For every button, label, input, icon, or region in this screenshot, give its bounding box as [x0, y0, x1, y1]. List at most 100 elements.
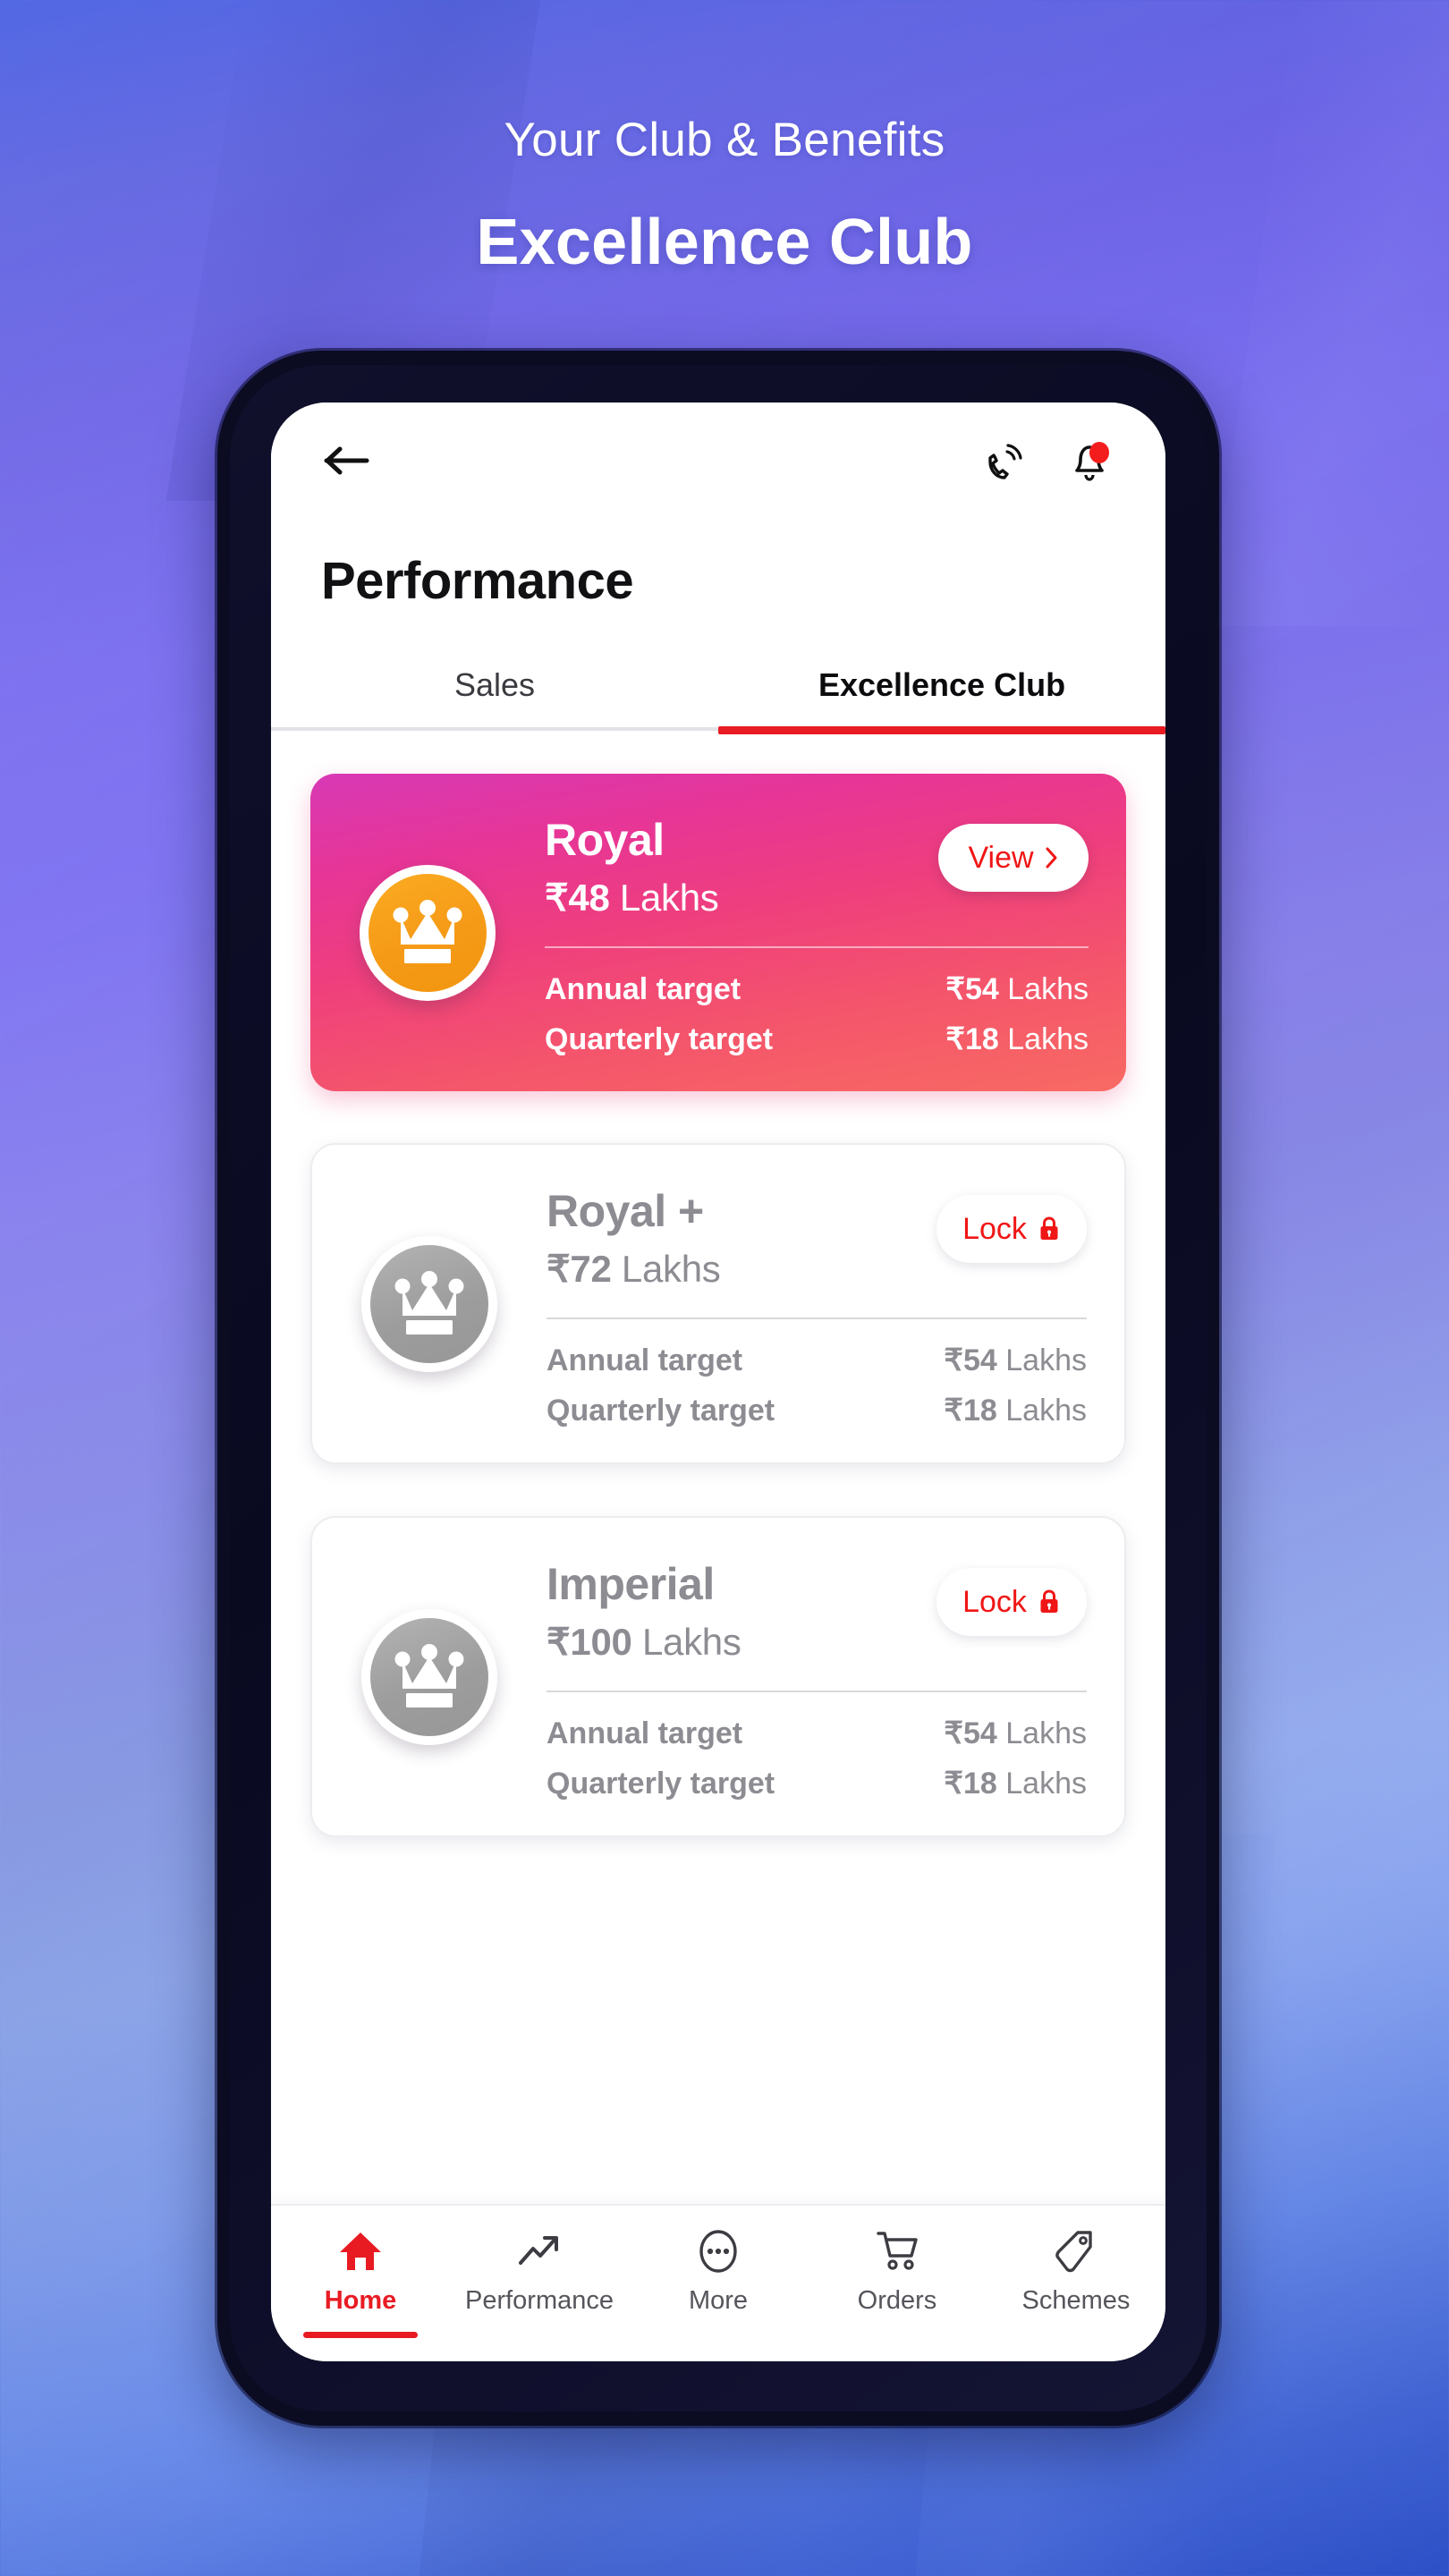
phone-ring-icon[interactable] — [976, 433, 1031, 488]
card-body: Imperial ₹100 Lakhs Lock Annual target ₹… — [547, 1518, 1124, 1835]
quarterly-target-row: Quarterly target ₹18 Lakhs — [547, 1766, 1087, 1801]
annual-target-label: Annual target — [545, 972, 741, 1006]
annual-target-value: ₹54 Lakhs — [944, 1343, 1087, 1378]
nav-label: Orders — [857, 2286, 937, 2315]
tab-underline — [718, 726, 1165, 734]
card-titles: Royal ₹48 Lakhs — [545, 815, 938, 919]
quarterly-target-value: ₹18 Lakhs — [945, 1021, 1089, 1057]
nav-item-performance[interactable]: Performance — [450, 2225, 629, 2316]
badge-container — [312, 1518, 547, 1835]
club-name: Royal — [545, 815, 665, 865]
quarterly-target-value: ₹18 Lakhs — [944, 1393, 1087, 1428]
club-card-list: Royal ₹48 Lakhs View Annual target ₹54 L… — [271, 731, 1165, 1837]
crown-icon — [361, 1608, 497, 1745]
quarterly-currency: ₹ — [944, 1394, 963, 1428]
card-header: Royal ₹48 Lakhs View — [545, 815, 1089, 919]
phone-mockup-frame: Performance Sales Excellence Club Royal … — [217, 351, 1219, 2426]
quarterly-number: 18 — [964, 1022, 999, 1056]
nav-item-home[interactable]: Home — [271, 2225, 450, 2338]
annual-currency: ₹ — [944, 1343, 963, 1377]
amount-currency: ₹ — [547, 1248, 571, 1290]
quarterly-target-label: Quarterly target — [547, 1767, 775, 1801]
annual-target-row: Annual target ₹54 Lakhs — [547, 1343, 1087, 1378]
amount-number: 100 — [570, 1621, 632, 1663]
view-button[interactable]: View — [938, 824, 1089, 892]
amount-unit: Lakhs — [609, 877, 719, 919]
club-card-royal-plus[interactable]: Royal + ₹72 Lakhs Lock Annual target ₹54… — [310, 1143, 1126, 1464]
app-bar-actions — [976, 433, 1117, 488]
annual-target-value: ₹54 Lakhs — [944, 1716, 1087, 1751]
tab-excellence-club[interactable]: Excellence Club — [718, 666, 1165, 734]
annual-unit: Lakhs — [998, 972, 1089, 1006]
amount-number: 72 — [570, 1248, 612, 1290]
card-divider — [545, 946, 1089, 948]
badge-container — [310, 774, 545, 1091]
card-titles: Imperial ₹100 Lakhs — [547, 1559, 936, 1664]
tag-icon — [1054, 2225, 1098, 2277]
amount-currency: ₹ — [547, 1621, 571, 1663]
notification-badge-dot — [1089, 442, 1109, 463]
lock-button-label: Lock — [962, 1584, 1027, 1619]
quarterly-unit: Lakhs — [996, 1767, 1087, 1801]
quarterly-target-label: Quarterly target — [545, 1022, 774, 1056]
quarterly-target-label: Quarterly target — [547, 1394, 775, 1428]
amount-unit: Lakhs — [631, 1621, 741, 1663]
nav-label: More — [688, 2286, 749, 2315]
annual-number: 54 — [964, 972, 999, 1006]
card-body: Royal ₹48 Lakhs View Annual target ₹54 L… — [545, 774, 1126, 1091]
nav-item-orders[interactable]: Orders — [808, 2225, 987, 2316]
crown-icon — [361, 1235, 497, 1372]
annual-currency: ₹ — [945, 972, 965, 1006]
nav-item-schemes[interactable]: Schemes — [987, 2225, 1165, 2316]
lock-button[interactable]: Lock — [936, 1195, 1087, 1263]
quarterly-currency: ₹ — [944, 1767, 963, 1801]
tab-label: Excellence Club — [818, 666, 1066, 703]
annual-currency: ₹ — [944, 1716, 963, 1750]
card-titles: Royal + ₹72 Lakhs — [547, 1186, 936, 1291]
phone-screen: Performance Sales Excellence Club Royal … — [271, 402, 1165, 2361]
annual-number: 54 — [962, 1343, 997, 1377]
club-amount: ₹48 Lakhs — [545, 876, 938, 919]
annual-unit: Lakhs — [996, 1716, 1087, 1750]
annual-unit: Lakhs — [996, 1343, 1087, 1377]
quarterly-unit: Lakhs — [996, 1394, 1087, 1428]
lock-button[interactable]: Lock — [936, 1568, 1087, 1636]
quarterly-target-row: Quarterly target ₹18 Lakhs — [545, 1021, 1089, 1057]
tab-sales[interactable]: Sales — [271, 666, 718, 731]
club-name: Imperial — [547, 1559, 715, 1609]
amount-currency: ₹ — [545, 877, 569, 919]
club-amount: ₹100 Lakhs — [547, 1620, 936, 1664]
card-divider — [547, 1690, 1087, 1692]
club-card-royal[interactable]: Royal ₹48 Lakhs View Annual target ₹54 L… — [310, 774, 1126, 1091]
tab-label: Sales — [453, 666, 536, 703]
annual-target-label: Annual target — [547, 1343, 743, 1377]
app-bar — [271, 402, 1165, 519]
annual-target-row: Annual target ₹54 Lakhs — [545, 971, 1089, 1007]
quarterly-target-row: Quarterly target ₹18 Lakhs — [547, 1393, 1087, 1428]
crown-icon — [360, 864, 496, 1001]
lock-icon — [1040, 1589, 1058, 1613]
club-card-imperial[interactable]: Imperial ₹100 Lakhs Lock Annual target ₹… — [310, 1516, 1126, 1837]
nav-label: Performance — [464, 2286, 614, 2315]
back-arrow-icon[interactable] — [319, 433, 375, 488]
card-body: Royal + ₹72 Lakhs Lock Annual target ₹54… — [547, 1145, 1124, 1462]
badge-container — [312, 1145, 547, 1462]
more-dots-icon — [696, 2225, 741, 2277]
nav-item-more[interactable]: More — [629, 2225, 808, 2316]
club-name: Royal + — [547, 1186, 704, 1236]
promo-title: Excellence Club — [476, 207, 973, 278]
annual-target-value: ₹54 Lakhs — [945, 971, 1089, 1007]
quarterly-target-value: ₹18 Lakhs — [944, 1766, 1087, 1801]
quarterly-number: 18 — [962, 1394, 997, 1428]
promo-subtitle: Your Club & Benefits — [504, 114, 945, 166]
background-streak — [1208, 0, 1449, 626]
notification-bell-icon[interactable] — [1062, 433, 1117, 488]
tab-bar: Sales Excellence Club — [271, 666, 1165, 734]
club-amount: ₹72 Lakhs — [547, 1247, 936, 1291]
trending-up-icon — [515, 2225, 564, 2277]
lock-button-label: Lock — [962, 1211, 1027, 1246]
nav-label: Schemes — [1021, 2286, 1131, 2315]
bottom-navigation-bar: Home Performance More Orders Schemes — [271, 2204, 1165, 2361]
nav-active-underline — [303, 2332, 418, 2338]
home-icon — [337, 2225, 384, 2277]
